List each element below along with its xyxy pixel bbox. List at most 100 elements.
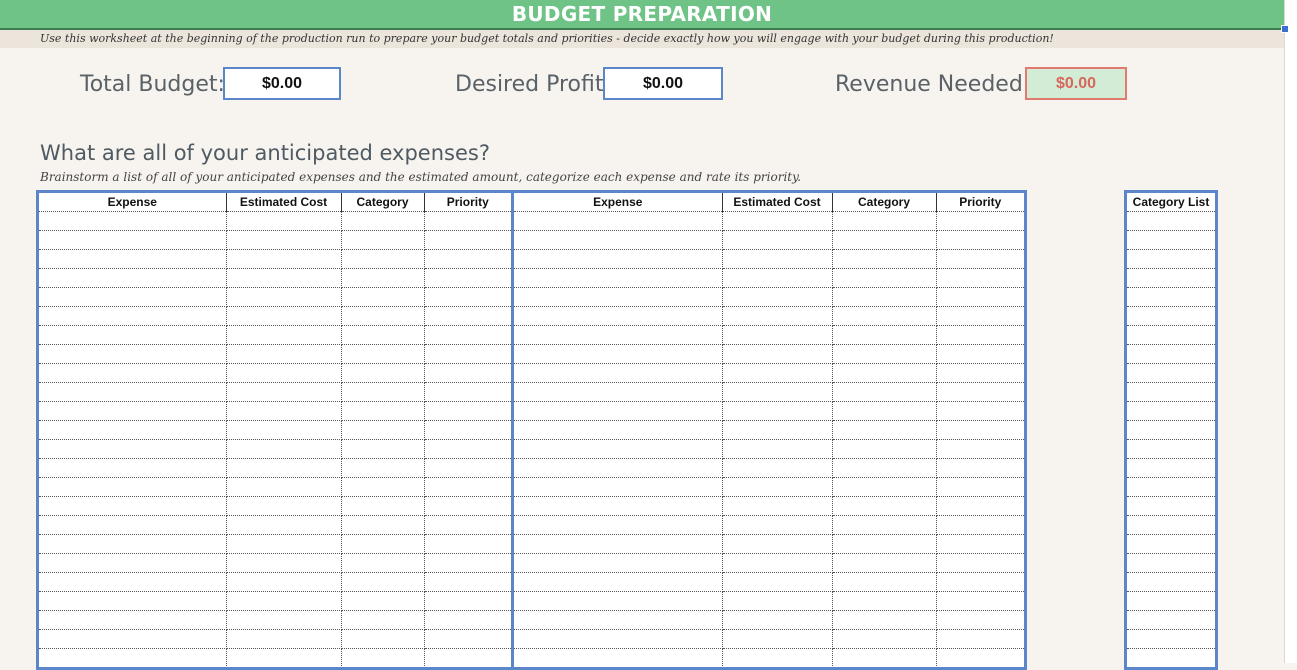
table-cell[interactable] [1127, 478, 1215, 497]
table-cell[interactable] [341, 402, 424, 421]
table-cell[interactable] [39, 383, 226, 402]
table-cell[interactable] [226, 212, 341, 231]
table-cell[interactable] [39, 478, 226, 497]
table-cell[interactable] [39, 535, 226, 554]
table-cell[interactable] [722, 554, 832, 573]
table-cell[interactable] [514, 440, 722, 459]
table-cell[interactable] [722, 269, 832, 288]
table-cell[interactable] [514, 478, 722, 497]
table-cell[interactable] [514, 345, 722, 364]
table-cell[interactable] [424, 573, 511, 592]
table-cell[interactable] [832, 611, 936, 630]
table-cell[interactable] [226, 269, 341, 288]
table-cell[interactable] [39, 573, 226, 592]
table-cell[interactable] [424, 440, 511, 459]
table-cell[interactable] [832, 307, 936, 326]
table-cell[interactable] [424, 554, 511, 573]
table-cell[interactable] [1127, 440, 1215, 459]
table-cell[interactable] [424, 307, 511, 326]
table-cell[interactable] [514, 326, 722, 345]
table-cell[interactable] [936, 478, 1024, 497]
table-cell[interactable] [341, 478, 424, 497]
table-cell[interactable] [936, 250, 1024, 269]
table-cell[interactable] [341, 497, 424, 516]
table-cell[interactable] [226, 573, 341, 592]
table-cell[interactable] [722, 630, 832, 649]
table-cell[interactable] [226, 554, 341, 573]
table-cell[interactable] [832, 630, 936, 649]
table-cell[interactable] [341, 269, 424, 288]
table-cell[interactable] [341, 421, 424, 440]
table-cell[interactable] [832, 288, 936, 307]
table-cell[interactable] [722, 383, 832, 402]
table-cell[interactable] [1127, 288, 1215, 307]
table-cell[interactable] [514, 573, 722, 592]
table-cell[interactable] [341, 535, 424, 554]
table-cell[interactable] [341, 592, 424, 611]
table-cell[interactable] [1127, 383, 1215, 402]
table-cell[interactable] [936, 326, 1024, 345]
table-cell[interactable] [1127, 250, 1215, 269]
table-cell[interactable] [722, 497, 832, 516]
table-cell[interactable] [936, 573, 1024, 592]
table-cell[interactable] [424, 383, 511, 402]
table-cell[interactable] [832, 269, 936, 288]
table-cell[interactable] [226, 231, 341, 250]
table-cell[interactable] [514, 307, 722, 326]
table-cell[interactable] [341, 554, 424, 573]
table-cell[interactable] [832, 478, 936, 497]
table-cell[interactable] [832, 649, 936, 668]
table-cell[interactable] [1127, 402, 1215, 421]
table-cell[interactable] [39, 630, 226, 649]
table-cell[interactable] [424, 611, 511, 630]
table-cell[interactable] [722, 250, 832, 269]
table-cell[interactable] [936, 269, 1024, 288]
table-cell[interactable] [832, 212, 936, 231]
table-cell[interactable] [722, 421, 832, 440]
table-cell[interactable] [722, 212, 832, 231]
table-cell[interactable] [936, 459, 1024, 478]
table-cell[interactable] [424, 459, 511, 478]
table-cell[interactable] [1127, 269, 1215, 288]
table-cell[interactable] [341, 440, 424, 459]
table-cell[interactable] [936, 307, 1024, 326]
table-cell[interactable] [514, 592, 722, 611]
table-cell[interactable] [424, 478, 511, 497]
table-cell[interactable] [424, 364, 511, 383]
table-cell[interactable] [936, 497, 1024, 516]
table-cell[interactable] [1127, 592, 1215, 611]
table-cell[interactable] [936, 402, 1024, 421]
table-cell[interactable] [832, 592, 936, 611]
table-cell[interactable] [722, 231, 832, 250]
table-cell[interactable] [936, 212, 1024, 231]
table-cell[interactable] [832, 364, 936, 383]
table-cell[interactable] [1127, 345, 1215, 364]
revenue-needed-cell[interactable]: $0.00 [1025, 67, 1127, 100]
table-cell[interactable] [226, 497, 341, 516]
table-cell[interactable] [39, 288, 226, 307]
table-cell[interactable] [936, 345, 1024, 364]
table-cell[interactable] [341, 326, 424, 345]
table-cell[interactable] [424, 288, 511, 307]
table-cell[interactable] [39, 497, 226, 516]
table-cell[interactable] [39, 554, 226, 573]
table-cell[interactable] [936, 440, 1024, 459]
table-cell[interactable] [722, 459, 832, 478]
table-cell[interactable] [1127, 554, 1215, 573]
table-cell[interactable] [424, 535, 511, 554]
table-cell[interactable] [226, 630, 341, 649]
total-budget-cell[interactable]: $0.00 [223, 67, 341, 100]
table-cell[interactable] [1127, 231, 1215, 250]
table-cell[interactable] [514, 611, 722, 630]
table-cell[interactable] [424, 269, 511, 288]
table-cell[interactable] [1127, 212, 1215, 231]
table-cell[interactable] [341, 516, 424, 535]
table-cell[interactable] [226, 364, 341, 383]
table-cell[interactable] [226, 649, 341, 668]
table-cell[interactable] [226, 611, 341, 630]
table-cell[interactable] [226, 535, 341, 554]
table-cell[interactable] [424, 497, 511, 516]
table-cell[interactable] [39, 326, 226, 345]
table-cell[interactable] [1127, 326, 1215, 345]
selection-handle[interactable] [1281, 25, 1289, 33]
